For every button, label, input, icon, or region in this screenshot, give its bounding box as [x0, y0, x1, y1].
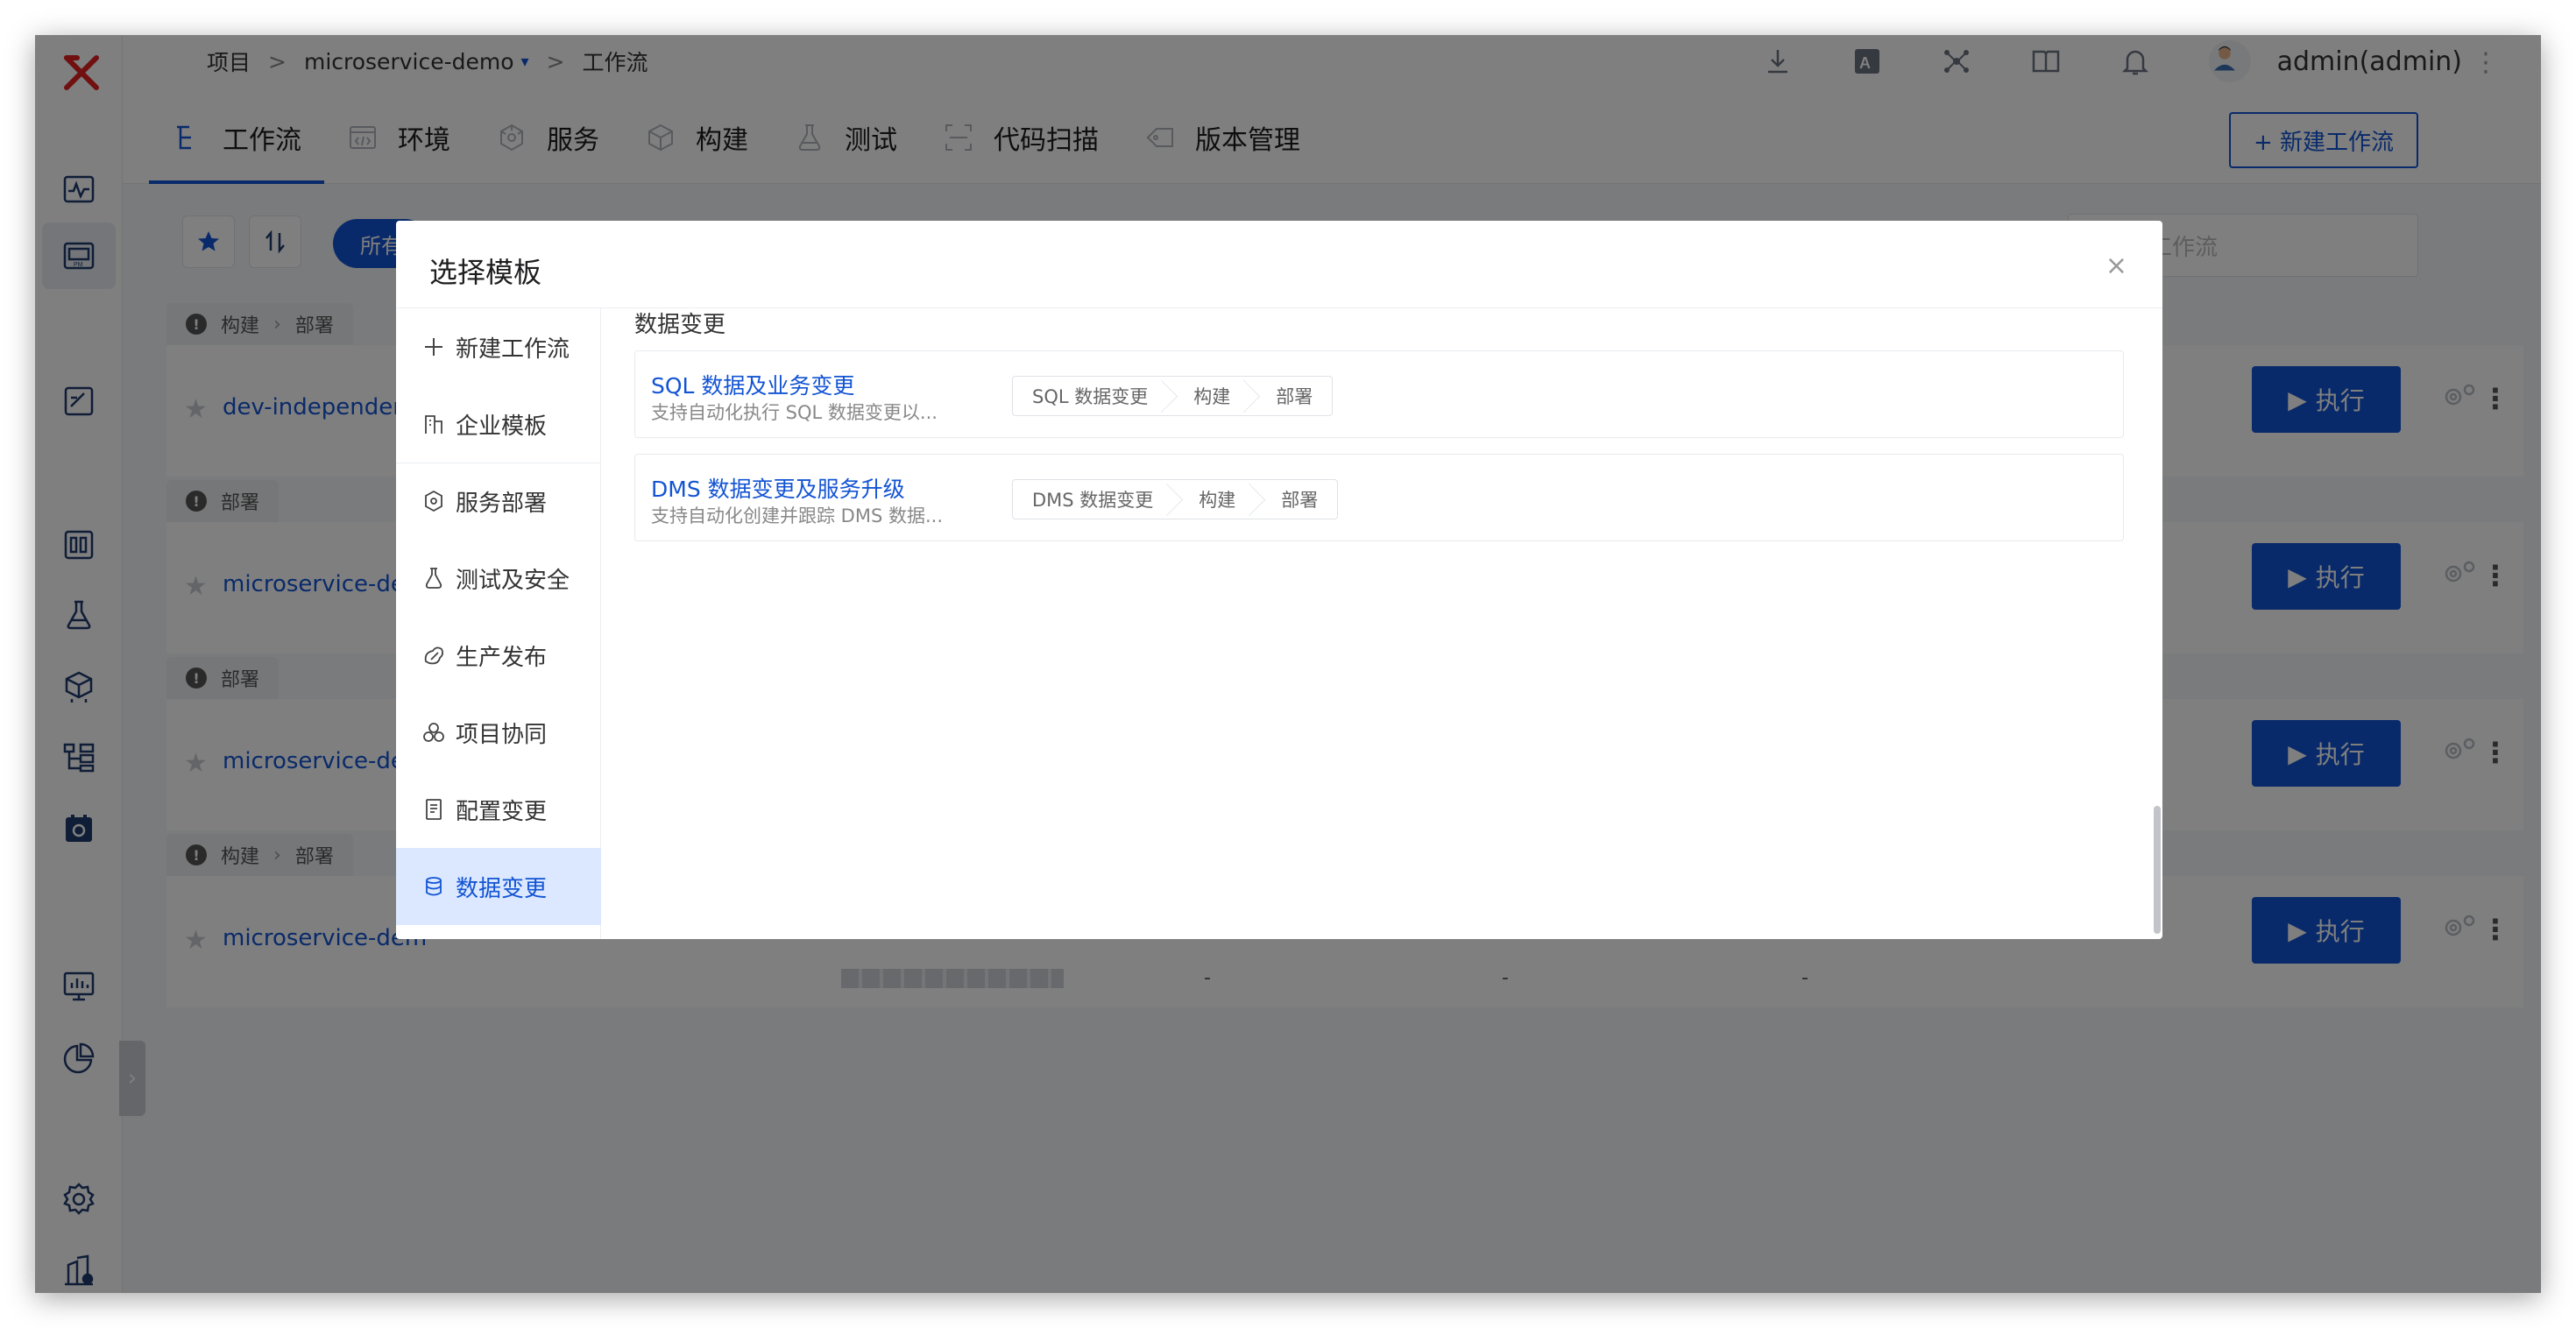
close-icon[interactable]: × [2105, 251, 2127, 281]
stage-chip: 构建 [1172, 480, 1255, 519]
deploy-icon [425, 490, 442, 512]
nav-item-label: 新建工作流 [456, 336, 570, 363]
release-icon [424, 646, 444, 665]
stage-chip: 部署 [1281, 490, 1319, 511]
collab-icon [423, 723, 444, 742]
database-icon [426, 877, 442, 896]
select-template-modal: 选择模板 × 新建工作流 企业模板 服务部署 测试及安全 生产发布 项目协同 配… [396, 221, 2162, 939]
template-card-dms[interactable]: DMS 数据变更及服务升级 支持自动化创建并跟踪 DMS 数据... DMS 数… [634, 454, 2124, 541]
plus-icon [425, 338, 442, 356]
nav-item-label: 配置变更 [456, 798, 548, 825]
enterprise-icon [425, 415, 442, 434]
nav-item-test-security[interactable]: 测试及安全 [396, 540, 601, 617]
nav-item-label: 项目协同 [456, 721, 548, 748]
nav-item-production-release[interactable]: 生产发布 [396, 617, 601, 694]
template-description: 支持自动化创建并跟踪 DMS 数据... [651, 505, 943, 526]
app-window: PM › [35, 35, 2541, 1293]
nav-item-enterprise-template[interactable]: 企业模板 [396, 385, 601, 463]
nav-item-data-change[interactable]: 数据变更 [396, 848, 601, 925]
nav-item-label: 服务部署 [456, 490, 548, 517]
stage-chip: SQL 数据变更 [1013, 377, 1167, 415]
modal-title: 选择模板 [429, 256, 542, 289]
template-stages: DMS 数据变更 构建 部署 [1012, 479, 1339, 519]
nav-item-new-workflow[interactable]: 新建工作流 [396, 308, 601, 385]
nav-item-label: 数据变更 [456, 875, 548, 902]
modal-scrollbar-thumb[interactable] [2154, 806, 2161, 934]
nav-item-label: 测试及安全 [456, 567, 570, 594]
template-name[interactable]: SQL 数据及业务变更 [651, 369, 854, 400]
stage-chip: DMS 数据变更 [1013, 480, 1172, 519]
config-icon [426, 799, 442, 820]
stage-chip: 部署 [1276, 386, 1313, 407]
section-title: 数据变更 [634, 312, 726, 338]
nav-item-service-deploy[interactable]: 服务部署 [396, 463, 601, 540]
nav-item-label: 生产发布 [456, 644, 548, 671]
security-icon [425, 568, 442, 589]
template-list: 数据变更 SQL 数据及业务变更 支持自动化执行 SQL 数据变更以... SQ… [601, 308, 2162, 939]
template-description: 支持自动化执行 SQL 数据变更以... [651, 402, 938, 423]
template-stages: SQL 数据变更 构建 部署 [1012, 376, 1334, 416]
template-card-sql[interactable]: SQL 数据及业务变更 支持自动化执行 SQL 数据变更以... SQL 数据变… [634, 350, 2124, 438]
nav-item-label: 企业模板 [456, 413, 548, 440]
nav-item-project-collab[interactable]: 项目协同 [396, 694, 601, 771]
template-name[interactable]: DMS 数据变更及服务升级 [651, 472, 905, 504]
template-category-nav: 新建工作流 企业模板 服务部署 测试及安全 生产发布 项目协同 配置变更 数据变… [396, 308, 601, 939]
stage-chip: 构建 [1167, 377, 1249, 415]
nav-item-config-change[interactable]: 配置变更 [396, 771, 601, 848]
modal-header: 选择模板 × [396, 221, 2162, 308]
